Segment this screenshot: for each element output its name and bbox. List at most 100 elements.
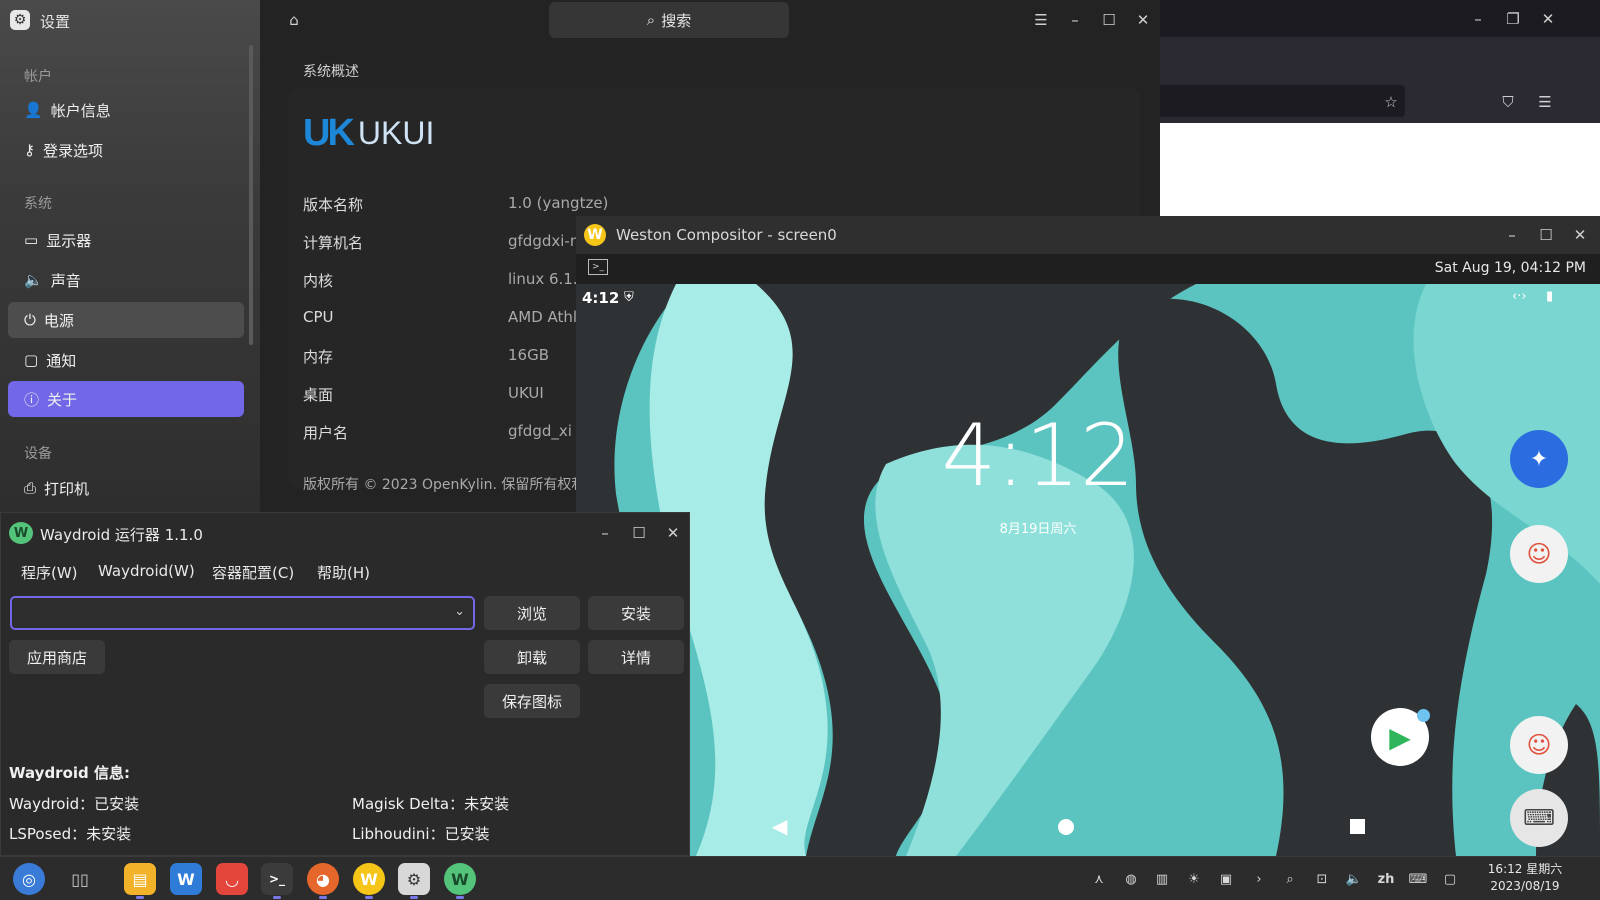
maximize-button[interactable]: ☐: [625, 519, 653, 547]
power-icon: ⏻: [24, 311, 36, 329]
weston-title: Weston Compositor - screen0: [616, 226, 837, 244]
taskbar-date[interactable]: 2023/08/19: [1480, 879, 1570, 893]
uninstall-button[interactable]: 卸载: [484, 640, 580, 674]
sidebar-item-about[interactable]: ⓘ 关于: [8, 381, 244, 417]
sidebar-item-display[interactable]: ▭ 显示器: [8, 222, 244, 258]
close-button[interactable]: ✕: [1129, 6, 1157, 34]
browse-button[interactable]: 浏览: [484, 596, 580, 630]
search-input[interactable]: ⌕ 搜索: [549, 2, 789, 38]
wallpaper: [576, 284, 1600, 856]
info-lsposed: LSPosed：未安装: [9, 825, 132, 843]
maximize-button[interactable]: ☐: [1532, 221, 1560, 249]
sidebar-item-notifications[interactable]: ▢ 通知: [8, 342, 244, 378]
waydroid-icon[interactable]: W: [444, 863, 476, 895]
volume-icon[interactable]: 🔈: [1344, 869, 1364, 889]
home-icon[interactable]: ⌂: [280, 6, 308, 34]
notification-dot: [1417, 709, 1430, 722]
network-icon[interactable]: ⊡: [1312, 869, 1332, 889]
android-screen[interactable]: 4:12 ⛨ ‹·› ▮ 4:12 8月19日周六 ✦ ☺ ▶ ☺ ⌨ ◀: [576, 284, 1600, 856]
settings-gear-icon[interactable]: ⚙: [398, 863, 430, 895]
pocket-icon[interactable]: ⛉: [1494, 88, 1522, 116]
bookmark-star-icon[interactable]: ☆: [1377, 88, 1405, 116]
kylin-icon[interactable]: ⋏: [1089, 869, 1109, 889]
terminal-launcher-icon[interactable]: >_: [588, 259, 608, 275]
menu-help[interactable]: 帮助(H): [317, 562, 370, 583]
nav-recents-icon[interactable]: [1350, 819, 1365, 834]
save-icon-button[interactable]: 保存图标: [484, 684, 580, 718]
info-waydroid: Waydroid：已安装: [9, 795, 140, 813]
app-store-icon[interactable]: ◡: [216, 863, 248, 895]
messaging-app-icon[interactable]: ☺: [1510, 716, 1568, 774]
file-manager-icon[interactable]: ▤: [124, 863, 156, 895]
apk-path-combobox[interactable]: ⌄: [10, 596, 475, 630]
firefox-icon[interactable]: ◕: [307, 863, 339, 895]
close-button[interactable]: ✕: [1566, 221, 1594, 249]
search-icon[interactable]: ⌕: [1280, 869, 1300, 889]
keyboard-icon[interactable]: ⌨: [1408, 869, 1428, 889]
weston-panel: >_ Sat Aug 19, 04:12 PM: [576, 254, 1600, 284]
weston-icon[interactable]: W: [353, 863, 385, 895]
sidebar-scrollbar[interactable]: [249, 45, 253, 345]
details-button[interactable]: 详情: [588, 640, 684, 674]
menu-program[interactable]: 程序(W): [21, 562, 78, 583]
info-value: 16GB: [508, 346, 550, 364]
menu-icon[interactable]: ☰: [1531, 88, 1559, 116]
terminal-icon[interactable]: >_: [261, 863, 293, 895]
start-menu-icon[interactable]: ◎: [13, 863, 45, 895]
restore-button[interactable]: ❐: [1499, 5, 1527, 33]
sidebar-item-account-info[interactable]: 👤 帐户信息: [8, 92, 244, 128]
running-indicator: [319, 896, 327, 899]
waydroid-app-icon: W: [9, 522, 33, 544]
lockscreen-clock: 4:12: [941, 406, 1135, 506]
sidebar-item-sound[interactable]: 🔈 声音: [8, 262, 244, 298]
running-indicator: [273, 896, 281, 899]
info-icon: ⓘ: [24, 390, 40, 409]
menu-container-config[interactable]: 容器配置(C): [212, 562, 294, 583]
screenshot-icon[interactable]: ▣: [1216, 869, 1236, 889]
nav-back-icon[interactable]: ◀: [772, 814, 787, 838]
weston-window: W Weston Compositor - screen0 – ☐ ✕ >_ S…: [576, 216, 1600, 856]
sidebar-item-power[interactable]: ⏻ 电源: [8, 302, 244, 338]
taskbar-clock[interactable]: 16:12 星期六: [1480, 860, 1570, 877]
notification-icon[interactable]: ▢: [1440, 869, 1460, 889]
weston-app-icon: W: [584, 224, 606, 246]
clipboard-icon[interactable]: ▥: [1152, 869, 1172, 889]
minimize-button[interactable]: –: [1061, 6, 1089, 34]
multitask-view-icon[interactable]: ▯▯: [64, 863, 96, 895]
url-bar[interactable]: [1137, 85, 1405, 117]
close-button[interactable]: ✕: [1534, 5, 1562, 33]
menu-waydroid[interactable]: Waydroid(W): [98, 562, 195, 580]
input-method-icon[interactable]: ◍: [1121, 869, 1141, 889]
running-indicator: [456, 896, 464, 899]
chevron-right-icon[interactable]: ›: [1249, 869, 1269, 889]
wps-icon[interactable]: W: [170, 863, 202, 895]
firefox-titlebar: [1137, 0, 1600, 37]
sidebar-item-login-options[interactable]: ⚷ 登录选项: [8, 132, 244, 168]
messaging-app-icon[interactable]: ☺: [1510, 525, 1568, 583]
keyboard-icon[interactable]: ⌨: [1510, 789, 1568, 847]
minimize-button[interactable]: –: [1498, 221, 1526, 249]
sidebar-item-printer[interactable]: ⎙ 打印机: [8, 470, 244, 506]
app-store-button[interactable]: 应用商店: [9, 640, 105, 674]
info-key: 内核: [303, 272, 334, 290]
maximize-button[interactable]: ☐: [1095, 6, 1123, 34]
key-icon: ⚷: [24, 141, 35, 159]
info-libhoudini: Libhoudini：已安装: [352, 825, 490, 843]
user-icon: 👤: [24, 101, 43, 119]
menu-icon[interactable]: ☰: [1027, 6, 1055, 34]
minimize-button[interactable]: –: [591, 519, 619, 547]
close-button[interactable]: ✕: [659, 519, 687, 547]
language-indicator[interactable]: zh: [1376, 869, 1396, 889]
network-icon: ‹·›: [1512, 289, 1527, 304]
minimize-button[interactable]: –: [1464, 5, 1492, 33]
panel-clock: Sat Aug 19, 04:12 PM: [1434, 260, 1586, 276]
nav-home-icon[interactable]: [1058, 819, 1074, 835]
settings-sidebar: ⚙ 设置 帐户 👤 帐户信息 ⚷ 登录选项 系统 ▭ 显示器 🔈 声音 ⏻ 电源 ▢ 通知 …: [0, 0, 260, 512]
install-button[interactable]: 安装: [588, 596, 684, 630]
printer-icon: ⎙: [24, 479, 37, 497]
info-key: 桌面: [303, 386, 334, 404]
brightness-icon[interactable]: ☀: [1184, 869, 1204, 889]
firefox-tabbar: [1137, 37, 1600, 80]
running-indicator: [365, 896, 373, 899]
navigation-app-icon[interactable]: ✦: [1510, 430, 1568, 488]
